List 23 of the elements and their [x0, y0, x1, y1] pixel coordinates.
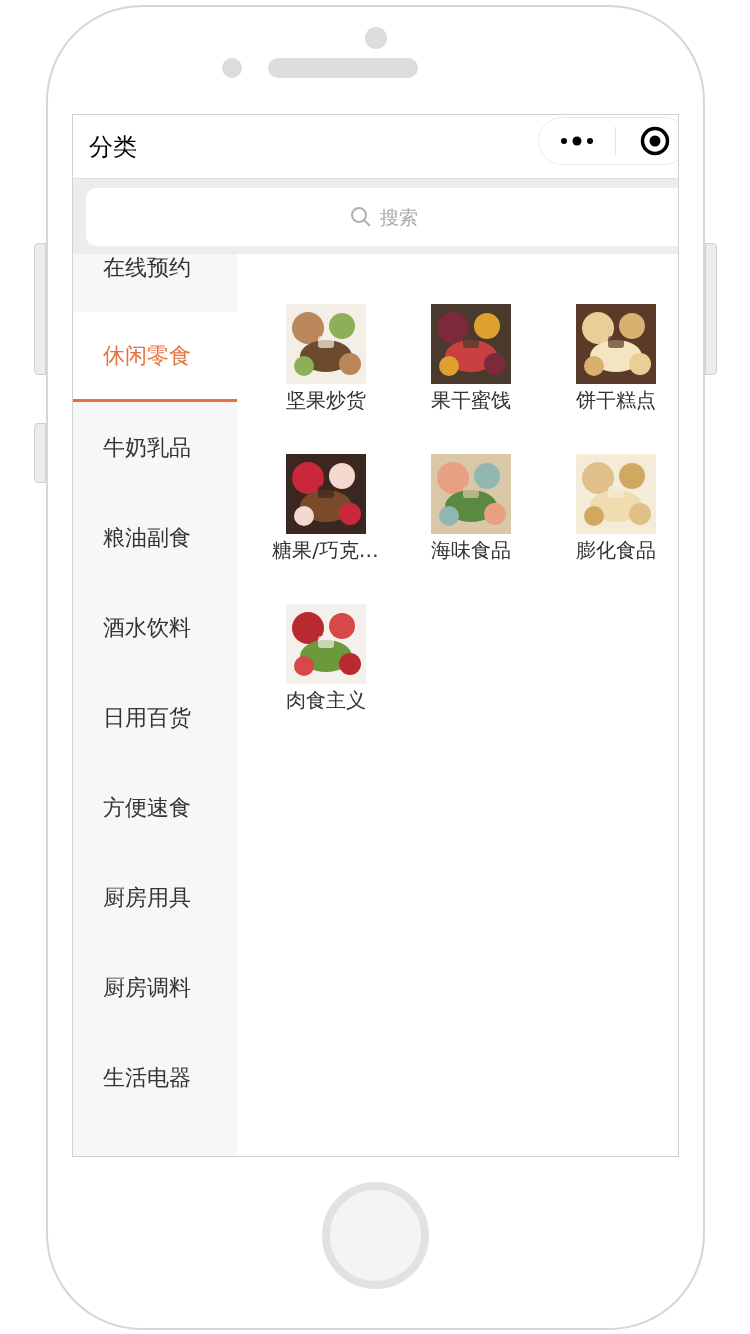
search-field[interactable]: 搜索: [380, 202, 430, 232]
category-label[interactable]: 糖果/巧克…: [272, 537, 379, 563]
sidebar-item[interactable]: 方便速食: [73, 762, 237, 852]
search-bar[interactable]: 搜索: [86, 188, 678, 246]
sidebar-item[interactable]: 牛奶乳品: [73, 402, 237, 492]
sidebar-item[interactable]: 在线预约: [73, 254, 237, 312]
sidebar-item[interactable]: 粮油副食: [73, 492, 237, 582]
category-label[interactable]: 肉食主义: [285, 687, 366, 713]
search-icon: [350, 206, 372, 228]
page-title: 分类: [89, 131, 137, 163]
category-label[interactable]: 果干蜜饯: [430, 387, 511, 413]
sidebar-item[interactable]: 厨房调料: [73, 942, 237, 1032]
category-label[interactable]: 饼干糕点: [575, 387, 656, 413]
record-icon[interactable]: [640, 125, 670, 156]
sidebar-item[interactable]: 酒水饮料: [73, 582, 237, 672]
capsule-menu[interactable]: [538, 116, 678, 165]
sidebar-item[interactable]: 日用百货: [73, 672, 237, 762]
sidebar-item[interactable]: 厨房用具: [73, 852, 237, 942]
category-label[interactable]: 膨化食品: [575, 537, 656, 563]
category-label[interactable]: 坚果炒货: [285, 387, 366, 413]
more-icon[interactable]: [561, 135, 593, 146]
sidebar-item[interactable]: 生活电器: [73, 1032, 237, 1122]
category-label[interactable]: 海味食品: [430, 537, 511, 563]
